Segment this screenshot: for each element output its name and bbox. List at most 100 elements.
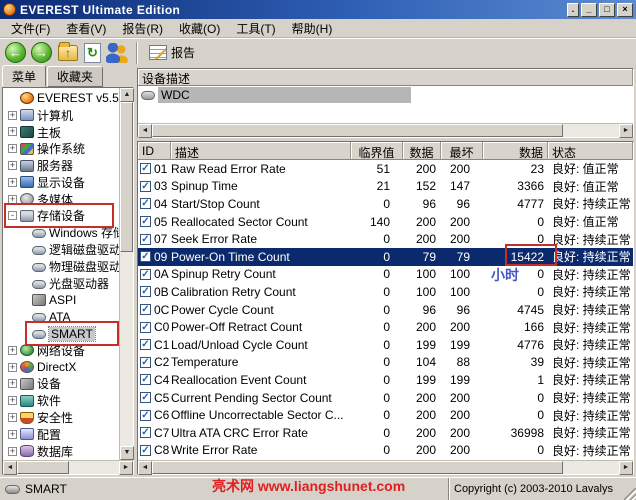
expander-icon[interactable]: + [8, 429, 17, 439]
scroll-down-icon[interactable]: ▼ [120, 446, 134, 460]
tree-item-config[interactable]: + 配置 [3, 426, 119, 443]
column-value[interactable]: 数据 [403, 142, 441, 160]
menu-item-0[interactable]: 文件(F) [3, 18, 58, 39]
expander-icon[interactable]: + [8, 161, 17, 171]
back-icon[interactable]: ← [5, 42, 26, 63]
smart-row-C7[interactable]: ✓ C7 Ultra ATA CRC Error Rate 0 200 200 3… [138, 424, 633, 442]
checkbox[interactable]: ✓ [140, 427, 151, 439]
tree-horizontal-scrollbar[interactable]: ◄ ► [3, 460, 133, 475]
tree-item-directx[interactable]: + DirectX [3, 359, 119, 376]
column-data[interactable]: 数据 [483, 142, 548, 160]
scroll-thumb[interactable] [152, 124, 563, 137]
expander-icon[interactable]: + [8, 144, 17, 154]
tree-item-security[interactable]: + 安全性 [3, 409, 119, 426]
expander-icon[interactable]: + [8, 127, 17, 137]
checkbox[interactable]: ✓ [140, 251, 151, 263]
smart-row-C0[interactable]: ✓ C0 Power-Off Retract Count 0 200 200 16… [138, 318, 633, 336]
expander-icon[interactable]: + [8, 110, 17, 120]
checkbox[interactable]: ✓ [140, 198, 151, 210]
checkbox[interactable]: ✓ [140, 444, 151, 456]
menu-item-1[interactable]: 查看(V) [58, 18, 114, 39]
smart-row-04[interactable]: ✓ 04 Start/Stop Count 0 96 96 4777 良好: 持续… [138, 195, 633, 213]
table-horizontal-scrollbar[interactable]: ◄ ► [138, 460, 633, 475]
smart-row-0A[interactable]: ✓ 0A Spinup Retry Count 0 100 100 0 良好: 持… [138, 266, 633, 284]
minimize-button[interactable]: _ [581, 2, 597, 17]
tree-item-storage[interactable]: ATA [3, 308, 119, 325]
checkbox[interactable]: ✓ [140, 356, 151, 368]
users-icon[interactable] [106, 42, 128, 63]
smart-row-03[interactable]: ✓ 03 Spinup Time 21 152 147 3366 良好: 值正常 [138, 178, 633, 196]
maximize-button[interactable]: □ [599, 2, 615, 17]
smart-row-C8[interactable]: ✓ C8 Write Error Rate 0 200 200 0 良好: 持续正… [138, 442, 633, 460]
device-horizontal-scrollbar[interactable]: ◄ ► [138, 123, 633, 138]
scroll-left-icon[interactable]: ◄ [138, 124, 152, 138]
checkbox[interactable]: ✓ [140, 409, 151, 421]
smart-row-C6[interactable]: ✓ C6 Offline Uncorrectable Sector C... 0 … [138, 406, 633, 424]
menu-item-3[interactable]: 收藏(O) [171, 18, 228, 39]
tree-item-server[interactable]: + 服务器 [3, 157, 119, 174]
tree-vertical-scrollbar[interactable]: ▲ ▼ [119, 88, 134, 460]
expander-icon[interactable]: + [8, 177, 17, 187]
tab-favorites[interactable]: 收藏夹 [47, 66, 104, 87]
smart-row-C1[interactable]: ✓ C1 Load/Unload Cycle Count 0 199 199 47… [138, 336, 633, 354]
up-folder-icon[interactable]: ↑ [58, 41, 78, 61]
expander-icon[interactable]: + [8, 396, 17, 406]
tree-item-computer[interactable]: + 计算机 [3, 107, 119, 124]
scroll-thumb[interactable] [152, 461, 563, 474]
scroll-right-icon[interactable]: ► [619, 461, 633, 475]
menu-item-2[interactable]: 报告(R) [114, 18, 171, 39]
forward-icon[interactable]: → [31, 42, 52, 63]
expander-icon[interactable] [8, 94, 17, 103]
tree-item-info[interactable]: EVEREST v5.50.225 [3, 90, 119, 107]
tree-item-storage[interactable]: 光盘驱动器 [3, 275, 119, 292]
report-button[interactable]: 报告 [146, 42, 201, 63]
tree-item-devices[interactable]: + 设备 [3, 376, 119, 393]
tree-item-os[interactable]: + 操作系统 [3, 140, 119, 157]
tree-item-database[interactable]: + 数据库 [3, 443, 119, 460]
scroll-right-icon[interactable]: ► [619, 124, 633, 138]
checkbox[interactable]: ✓ [140, 180, 151, 192]
expander-icon[interactable]: + [8, 379, 17, 389]
tree-item-devices[interactable]: ASPI [3, 292, 119, 309]
scroll-up-icon[interactable]: ▲ [120, 88, 134, 102]
checkbox[interactable]: ✓ [140, 339, 151, 351]
checkbox[interactable]: ✓ [140, 304, 151, 316]
expander-icon[interactable]: + [8, 194, 17, 204]
tree-item-storage[interactable]: 物理磁盘驱动器 [3, 258, 119, 275]
menu-item-4[interactable]: 工具(T) [228, 18, 283, 39]
resize-grip[interactable] [624, 488, 636, 500]
smart-row-C2[interactable]: ✓ C2 Temperature 0 104 88 39 良好: 持续正常 [138, 354, 633, 372]
checkbox[interactable]: ✓ [140, 286, 151, 298]
scroll-right-icon[interactable]: ► [119, 461, 133, 475]
refresh-icon[interactable]: ↻ [84, 42, 101, 63]
tab-menu[interactable]: 菜单 [2, 65, 47, 87]
column-id[interactable]: ID [138, 142, 171, 160]
column-threshold[interactable]: 临界值 [351, 142, 403, 160]
tree-item-storage[interactable]: 逻辑磁盘驱动器 [3, 241, 119, 258]
expander-icon[interactable]: - [8, 211, 17, 221]
smart-row-0C[interactable]: ✓ 0C Power Cycle Count 0 96 96 4745 良好: 持… [138, 301, 633, 319]
checkbox[interactable]: ✓ [140, 163, 151, 175]
checkbox[interactable]: ✓ [140, 374, 151, 386]
checkbox[interactable]: ✓ [140, 392, 151, 404]
column-desc[interactable]: 描述 [171, 142, 351, 160]
device-row[interactable]: WDC [138, 86, 633, 103]
column-status[interactable]: 状态 [548, 142, 633, 160]
tree-item-motherboard[interactable]: + 主板 [3, 124, 119, 141]
smart-row-C5[interactable]: ✓ C5 Current Pending Sector Count 0 200 2… [138, 389, 633, 407]
smart-row-09[interactable]: ✓ 09 Power-On Time Count 0 79 79 15422 良好… [138, 247, 633, 266]
scroll-left-icon[interactable]: ◄ [138, 461, 152, 475]
expander-icon[interactable]: + [8, 362, 17, 372]
tree-item-software[interactable]: + 软件 [3, 392, 119, 409]
checkbox[interactable]: ✓ [140, 268, 151, 280]
column-worst[interactable]: 最坏 [441, 142, 483, 160]
checkbox[interactable]: ✓ [140, 321, 151, 333]
scroll-thumb[interactable] [120, 102, 133, 252]
checkbox[interactable]: ✓ [140, 233, 151, 245]
expander-icon[interactable]: + [8, 446, 17, 456]
smart-row-01[interactable]: ✓ 01 Raw Read Error Rate 51 200 200 23 良好… [138, 160, 633, 178]
smart-row-C4[interactable]: ✓ C4 Reallocation Event Count 0 199 199 1… [138, 371, 633, 389]
smart-row-05[interactable]: ✓ 05 Reallocated Sector Count 140 200 200… [138, 213, 633, 231]
tree-item-storage[interactable]: - 存储设备 [3, 208, 119, 225]
extra-button[interactable]: . [567, 2, 579, 17]
